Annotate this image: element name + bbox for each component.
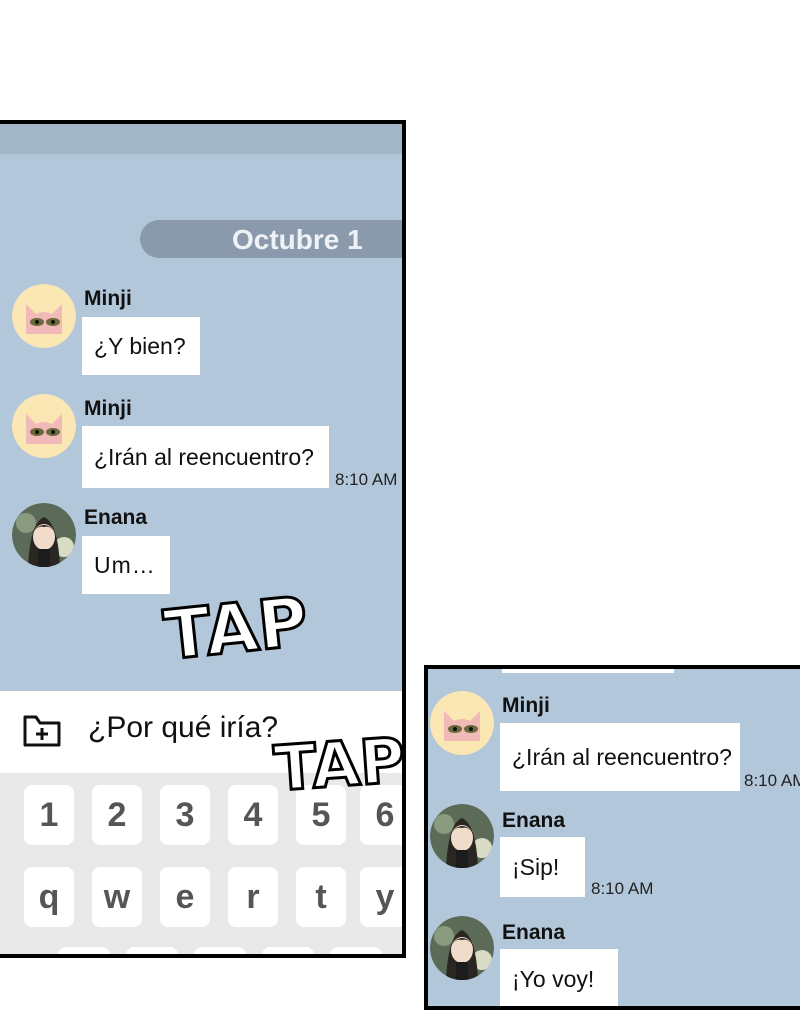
svg-text:TAP: TAP <box>161 586 310 666</box>
key-1[interactable]: 1 <box>24 785 74 845</box>
sender-name: Minji <box>502 694 550 717</box>
key-e[interactable]: e <box>160 867 210 927</box>
girl-avatar-icon[interactable] <box>430 804 494 868</box>
chat-panel-2: Minji ¿Irán al reencuentro? 8:10 AM Enan… <box>424 665 800 1010</box>
tap-sound-effect: TAP <box>270 722 406 807</box>
sender-name: Enana <box>502 921 566 944</box>
key-y[interactable]: y <box>360 867 402 927</box>
sender-name: Enana <box>502 809 566 832</box>
add-file-icon[interactable] <box>22 713 62 749</box>
svg-text:TAP: TAP <box>272 724 406 800</box>
cat-avatar-icon[interactable] <box>430 691 494 755</box>
previous-bubble-edge <box>502 669 674 673</box>
cat-avatar-icon[interactable] <box>12 284 76 348</box>
sender-name: Minji <box>84 287 132 310</box>
date-label: Octubre 1 <box>232 224 363 255</box>
message-timestamp: 8:10 AM <box>335 470 398 489</box>
key-w[interactable]: w <box>92 867 142 927</box>
message-bubble: ¿Y bien? <box>82 317 200 375</box>
message-bubble: ¿Irán al reencuentro? <box>500 723 740 791</box>
sender-name: Enana <box>84 506 148 529</box>
key-3[interactable]: 3 <box>160 785 210 845</box>
key-t[interactable]: t <box>296 867 346 927</box>
keyboard-key[interactable] <box>330 947 382 954</box>
sender-name: Minji <box>84 397 132 420</box>
tap-sound-effect: TAP <box>159 581 313 678</box>
message-timestamp: 8:10 AM <box>744 771 800 790</box>
message-bubble: ¡Sip! <box>500 837 585 897</box>
key-r[interactable]: r <box>228 867 278 927</box>
date-separator: Octubre 1 <box>140 220 402 258</box>
keyboard-key[interactable] <box>194 947 246 954</box>
chat-panel-1: Octubre 1 Minji ¿Y bien? Minji ¿Irán al … <box>0 120 406 958</box>
message-bubble: ¿Irán al reencuentro? <box>82 426 329 488</box>
girl-avatar-icon[interactable] <box>12 503 76 567</box>
cat-avatar-icon[interactable] <box>12 394 76 458</box>
key-2[interactable]: 2 <box>92 785 142 845</box>
keyboard-key[interactable] <box>262 947 314 954</box>
chat-header-bar <box>0 124 402 154</box>
keyboard-key[interactable] <box>58 947 110 954</box>
girl-avatar-icon[interactable] <box>430 916 494 980</box>
keyboard-key[interactable] <box>126 947 178 954</box>
message-bubble: Um… <box>82 536 170 594</box>
key-q[interactable]: q <box>24 867 74 927</box>
message-timestamp: 8:10 AM <box>591 879 654 898</box>
message-bubble: ¡Yo voy! <box>500 949 618 1006</box>
message-input-field[interactable]: ¿Por qué iría? <box>88 711 278 745</box>
